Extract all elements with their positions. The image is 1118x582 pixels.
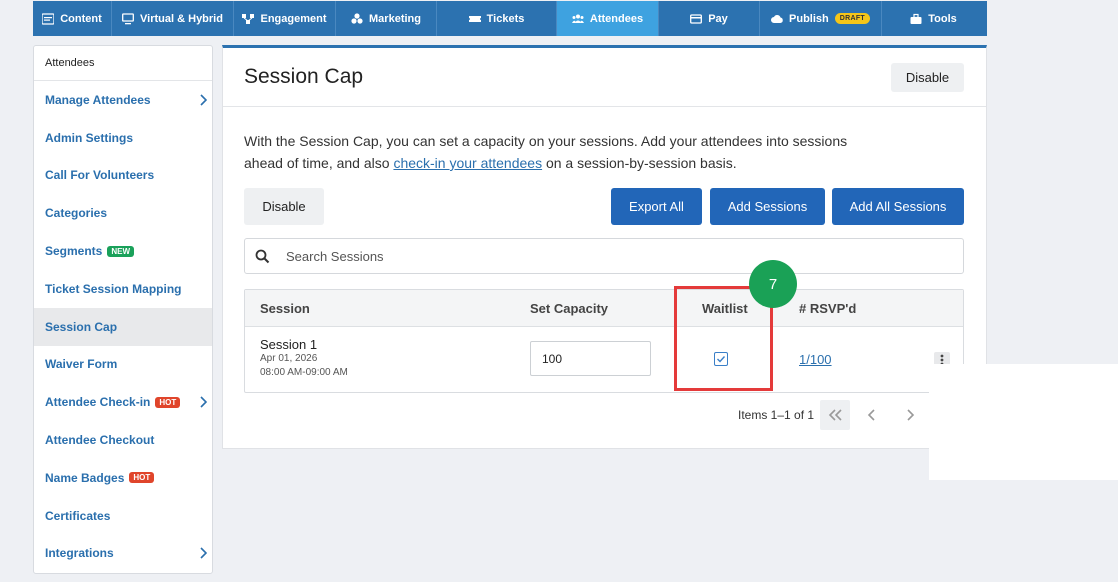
nav-tab-tickets[interactable]: Tickets: [437, 1, 557, 36]
sidebar-item-integrations[interactable]: Integrations: [34, 535, 212, 573]
search-input[interactable]: [286, 248, 886, 264]
sidebar-item-label: Name Badges: [45, 470, 125, 485]
sidebar-item-label: Categories: [45, 206, 108, 221]
search-icon: [255, 249, 270, 263]
sidebar-item-label: Integrations: [45, 546, 114, 561]
toolbox-icon: [910, 13, 922, 24]
blank-overlay: [929, 364, 1118, 480]
engagement-icon: [242, 13, 255, 24]
sidebar-item-name-badges[interactable]: Name Badges HOT: [34, 459, 212, 497]
description: With the Session Cap, you can set a capa…: [244, 130, 864, 174]
nav-tab-label: Content: [60, 12, 102, 25]
search-box: [244, 238, 964, 274]
nav-tab-label: Virtual & Hybrid: [140, 12, 223, 25]
chevron-right-icon: [200, 547, 207, 560]
session-date: Apr 01, 2026: [260, 353, 318, 364]
monitor-icon: [122, 12, 134, 24]
previous-page-button[interactable]: [857, 400, 887, 430]
cloud-icon: [771, 14, 783, 23]
nav-tab-pay[interactable]: Pay: [659, 1, 760, 36]
sidebar-item-call-for-volunteers[interactable]: Call For Volunteers: [34, 157, 212, 195]
column-header-set-capacity: Set Capacity: [530, 301, 609, 316]
sidebar-item-label: Segments: [45, 244, 103, 259]
draft-badge: DRAFT: [834, 13, 870, 24]
top-nav: Content Virtual & Hybrid Engagement Mark…: [33, 1, 987, 36]
marketing-icon: [351, 12, 363, 24]
table-header: Session Set Capacity Waitlist # RSVP'd: [245, 290, 963, 327]
sidebar-item-attendee-checkout[interactable]: Attendee Checkout: [34, 421, 212, 459]
disable-button[interactable]: Disable: [244, 188, 324, 225]
sidebar-item-label: Waiver Form: [45, 357, 118, 372]
description-text-end: on a session-by-session basis.: [542, 155, 737, 171]
nav-tab-attendees[interactable]: Attendees: [557, 1, 659, 36]
nav-tab-tools[interactable]: Tools: [882, 1, 985, 36]
sidebar-item-waiver-form[interactable]: Waiver Form: [34, 346, 212, 384]
sidebar-heading: Attendees: [34, 46, 212, 81]
nav-tab-label: Pay: [708, 12, 728, 25]
nav-tab-label: Publish: [789, 12, 829, 25]
sidebar-item-label: Attendee Checkout: [45, 433, 155, 448]
column-header-session: Session: [260, 301, 310, 316]
sidebar-item-segments[interactable]: Segments NEW: [34, 232, 212, 270]
table-row: Session 1 Apr 01, 2026 08:00 AM-09:00 AM…: [245, 327, 963, 392]
double-chevron-left-icon: [828, 409, 842, 421]
nav-tab-label: Engagement: [260, 12, 327, 25]
chevron-left-icon: [867, 409, 875, 421]
nav-tab-virtual-hybrid[interactable]: Virtual & Hybrid: [112, 1, 234, 36]
sidebar-item-manage-attendees[interactable]: Manage Attendees: [34, 81, 212, 119]
sidebar-item-label: Session Cap: [45, 319, 118, 334]
ticket-icon: [468, 15, 481, 22]
hot-badge: HOT: [155, 396, 181, 408]
step-number-badge: 7: [749, 260, 797, 308]
sidebar-item-label: Ticket Session Mapping: [45, 281, 182, 296]
nav-tab-publish[interactable]: Publish DRAFT: [760, 1, 882, 36]
sidebar-item-label: Admin Settings: [45, 130, 134, 145]
session-time: 08:00 AM-09:00 AM: [260, 367, 348, 378]
column-header-rsvpd: # RSVP'd: [799, 301, 857, 316]
export-all-button[interactable]: Export All: [611, 188, 702, 225]
content-icon: [42, 12, 55, 25]
hot-badge: HOT: [129, 472, 155, 484]
nav-tab-label: Attendees: [589, 12, 644, 25]
session-name: Session 1: [260, 337, 318, 352]
sidebar-item-label: Certificates: [45, 508, 111, 523]
sidebar-item-ticket-session-mapping[interactable]: Ticket Session Mapping: [34, 270, 212, 308]
first-page-button[interactable]: [820, 400, 850, 430]
add-sessions-button[interactable]: Add Sessions: [710, 188, 825, 225]
panel-header: Session Cap Disable: [223, 48, 986, 107]
pager-summary: Items 1–1 of 1: [738, 408, 815, 422]
new-badge: NEW: [107, 245, 135, 257]
sidebar-item-admin-settings[interactable]: Admin Settings: [34, 119, 212, 157]
sessions-table: Session Set Capacity Waitlist # RSVP'd S…: [244, 289, 964, 393]
sidebar: Attendees Manage Attendees Admin Setting…: [33, 45, 213, 574]
chevron-right-icon: [200, 94, 207, 106]
nav-tab-engagement[interactable]: Engagement: [234, 1, 336, 36]
chevron-right-icon: [907, 409, 915, 421]
chevron-right-icon: [200, 396, 207, 408]
nav-tab-label: Marketing: [369, 12, 421, 25]
nav-tab-label: Tools: [928, 12, 957, 25]
attendees-icon: [571, 14, 584, 23]
nav-tab-marketing[interactable]: Marketing: [336, 1, 437, 36]
sidebar-item-session-cap[interactable]: Session Cap: [34, 307, 212, 346]
sidebar-item-label: Manage Attendees: [45, 92, 151, 107]
check-in-attendees-link[interactable]: check-in your attendees: [393, 155, 542, 171]
page-title: Session Cap: [244, 65, 364, 88]
sidebar-item-attendee-check-in[interactable]: Attendee Check-in HOT: [34, 383, 212, 421]
sidebar-item-label: Call For Volunteers: [45, 168, 155, 183]
rsvp-count-link[interactable]: 1/100: [799, 352, 832, 367]
next-page-button[interactable]: [895, 400, 925, 430]
add-all-sessions-button[interactable]: Add All Sessions: [832, 188, 964, 225]
header-disable-button[interactable]: Disable: [891, 63, 964, 92]
sidebar-item-certificates[interactable]: Certificates: [34, 497, 212, 535]
sidebar-item-label: Attendee Check-in: [45, 395, 151, 410]
nav-tab-label: Tickets: [486, 12, 525, 25]
sidebar-item-categories[interactable]: Categories: [34, 194, 212, 232]
nav-tab-content[interactable]: Content: [33, 1, 112, 36]
session-cap-panel: Session Cap Disable With the Session Cap…: [222, 45, 987, 449]
card-icon: [690, 13, 703, 24]
capacity-input[interactable]: [530, 341, 651, 376]
